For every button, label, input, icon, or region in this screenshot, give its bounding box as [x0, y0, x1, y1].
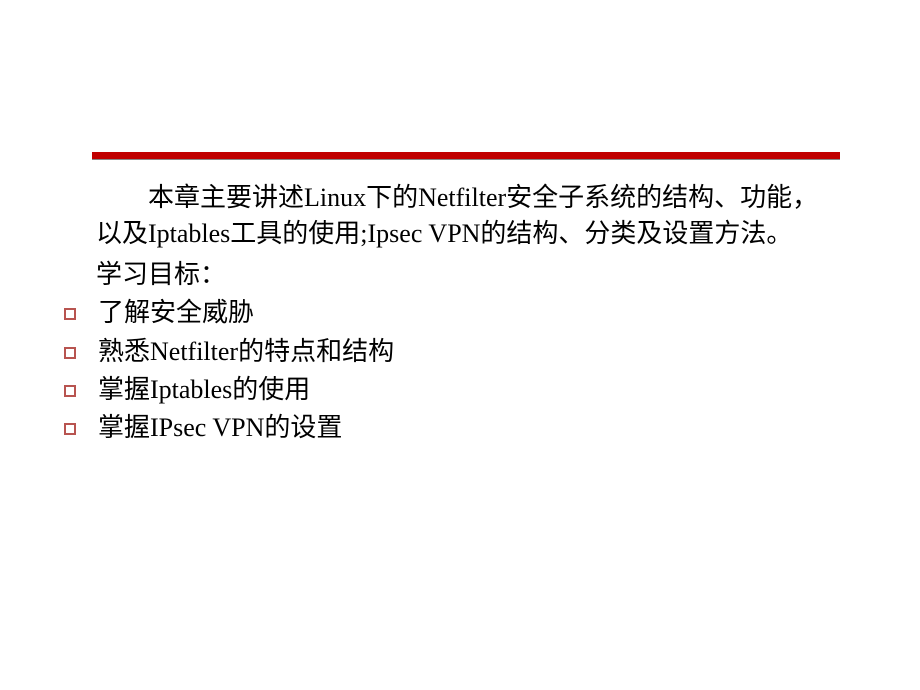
square-bullet-icon [64, 308, 76, 320]
square-bullet-icon [64, 385, 76, 397]
list-item: 掌握IPsec VPN的设置 [64, 410, 830, 446]
slide-content: 本章主要讲述Linux下的Netfilter安全子系统的结构、功能，以及Ipta… [96, 180, 830, 449]
title-underline-red [92, 152, 840, 159]
square-bullet-icon [64, 423, 76, 435]
learning-objectives-title: 学习目标： [96, 257, 830, 293]
list-item-text: 掌握IPsec VPN的设置 [98, 410, 342, 446]
list-item-text: 了解安全威胁 [98, 295, 254, 331]
list-item: 熟悉Netfilter的特点和结构 [64, 334, 830, 370]
square-bullet-icon [64, 347, 76, 359]
intro-paragraph: 本章主要讲述Linux下的Netfilter安全子系统的结构、功能，以及Ipta… [96, 180, 830, 253]
list-item: 了解安全威胁 [64, 295, 830, 331]
list-item: 掌握Iptables的使用 [64, 372, 830, 408]
title-underline-gray [92, 159, 840, 160]
list-item-text: 掌握Iptables的使用 [98, 372, 310, 408]
list-item-text: 熟悉Netfilter的特点和结构 [98, 334, 394, 370]
objectives-list: 了解安全威胁 熟悉Netfilter的特点和结构 掌握Iptables的使用 掌… [64, 295, 830, 447]
